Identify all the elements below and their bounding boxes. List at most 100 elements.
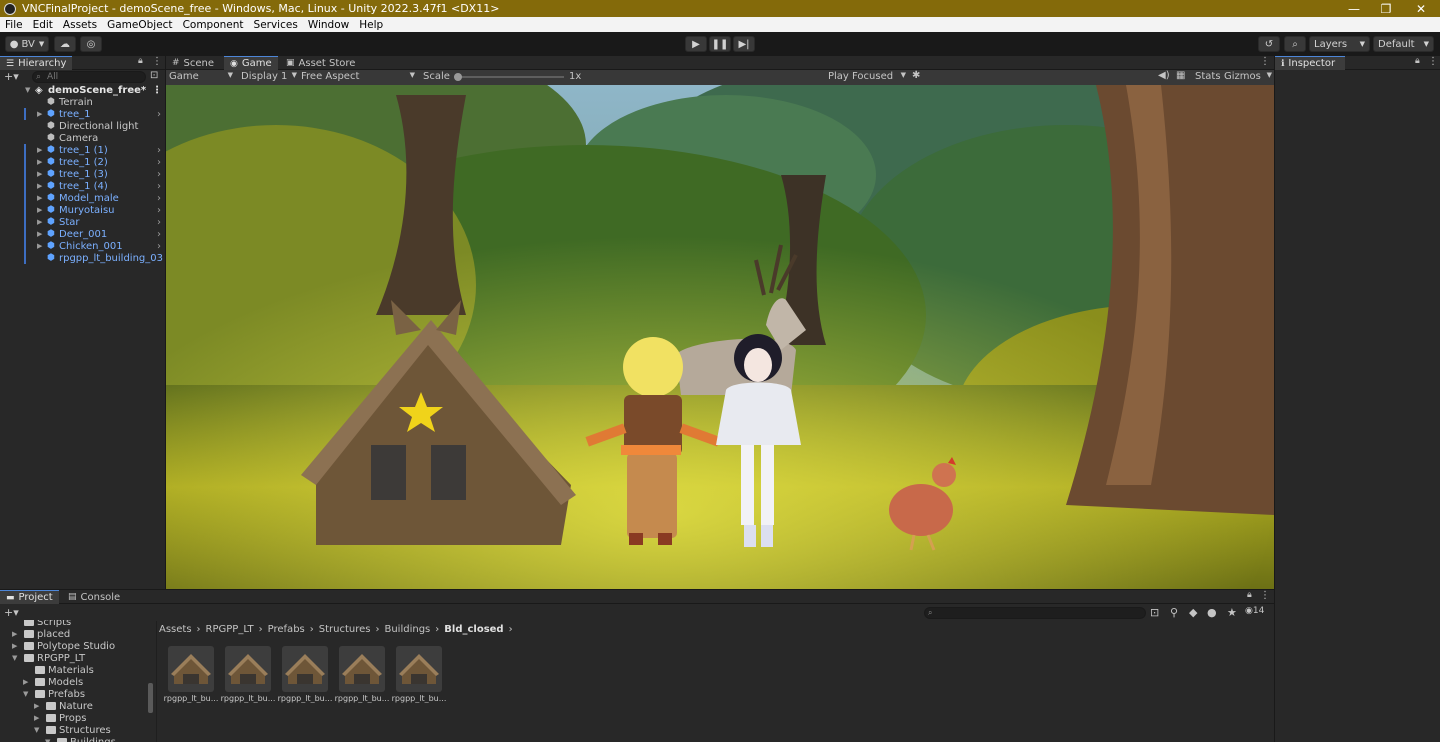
bug-icon[interactable]: ✱ (912, 70, 920, 81)
project-folder-item[interactable]: ▶ Models (23, 676, 83, 688)
hierarchy-item[interactable]: ▶ ⬢ tree_1 (3) › (0, 168, 165, 180)
layout-dropdown[interactable]: Default ▼ (1373, 36, 1434, 52)
collapse-arrow-icon[interactable]: ▼ (23, 690, 31, 698)
account-dropdown[interactable]: ● BV ▼ (5, 36, 49, 52)
tab-inspector[interactable]: ℹ Inspector (1275, 56, 1345, 70)
expand-arrow-icon[interactable]: ▶ (37, 194, 42, 202)
asset-thumbnail[interactable] (225, 646, 271, 692)
history-button[interactable]: ↺ (1258, 36, 1280, 52)
menu-component[interactable]: Component (178, 19, 249, 31)
expand-arrow-icon[interactable]: ▶ (12, 630, 20, 638)
project-folder-item[interactable]: Scripts (12, 620, 71, 628)
project-folder-item[interactable]: ▼ Prefabs (23, 688, 85, 700)
menu-help[interactable]: Help (354, 19, 388, 31)
hierarchy-item[interactable]: ▶ ⬢ Star › (0, 216, 165, 228)
filter-icon[interactable]: ⚲ (1170, 606, 1178, 619)
minimize-button[interactable]: — (1338, 0, 1370, 17)
menu-edit[interactable]: Edit (28, 19, 58, 31)
layers-dropdown[interactable]: Layers ▼ (1309, 36, 1370, 52)
breadcrumb-item[interactable]: Structures (319, 624, 371, 635)
hierarchy-item[interactable]: ▶ ⬢ Model_male › (0, 192, 165, 204)
add-button[interactable]: +▾ (4, 70, 19, 83)
chevron-right-icon[interactable]: › (157, 241, 161, 252)
play-button[interactable]: ▶ (685, 36, 707, 52)
scale-slider-handle[interactable] (454, 73, 462, 81)
hierarchy-item[interactable]: ⬢ Camera (0, 132, 165, 144)
expand-arrow-icon[interactable]: ▶ (37, 182, 42, 190)
expand-arrow-icon[interactable]: ▶ (34, 714, 42, 722)
expand-arrow-icon[interactable]: ▶ (23, 678, 31, 686)
kebab-menu-icon[interactable]: ⋮ (152, 85, 162, 96)
chevron-right-icon[interactable]: › (157, 217, 161, 228)
project-folder-item[interactable]: ▶ Nature (34, 700, 93, 712)
pause-button[interactable]: ❚❚ (709, 36, 731, 52)
hierarchy-item[interactable]: ▶ ⬢ Deer_001 › (0, 228, 165, 240)
tab-asset-store[interactable]: ▣ Asset Store (280, 56, 361, 70)
breadcrumb-item[interactable]: Buildings (384, 624, 430, 635)
lock-icon[interactable]: 🔒︎ (138, 56, 143, 66)
expand-arrow-icon[interactable]: ▶ (37, 170, 42, 178)
expand-arrow-icon[interactable]: ▶ (37, 146, 42, 154)
collapse-arrow-icon[interactable]: ▼ (34, 726, 42, 734)
scale-slider[interactable] (454, 73, 564, 81)
menu-assets[interactable]: Assets (58, 19, 102, 31)
display-dropdown[interactable]: Display 1 ▼ (241, 71, 297, 82)
search-by-type-icon[interactable]: ⊡ (1150, 606, 1159, 619)
menu-window[interactable]: Window (303, 19, 354, 31)
label-icon[interactable]: ◆ (1189, 606, 1197, 619)
kebab-menu-icon[interactable]: ⋮ (1260, 56, 1270, 67)
hierarchy-item[interactable]: ▶ ⬢ Muryotaisu › (0, 204, 165, 216)
hierarchy-item[interactable]: ▶ ⬢ tree_1 (4) › (0, 180, 165, 192)
lock-icon[interactable]: 🔒︎ (1415, 56, 1420, 66)
project-search-input[interactable]: ⌕ (924, 607, 1146, 619)
warning-icon[interactable]: ● (1207, 606, 1217, 619)
chevron-right-icon[interactable]: › (157, 145, 161, 156)
tab-console[interactable]: ▤ Console (62, 590, 126, 604)
hierarchy-search-input[interactable]: ⌕ All (32, 71, 146, 83)
game-viewport[interactable] (166, 85, 1274, 589)
breadcrumb-item[interactable]: Prefabs (268, 624, 305, 635)
expand-arrow-icon[interactable]: ▶ (37, 242, 42, 250)
play-mode-dropdown[interactable]: Play Focused ▼ (828, 71, 906, 82)
breadcrumb-item[interactable]: Assets (159, 624, 192, 635)
project-folder-item[interactable]: ▼ Structures (34, 724, 111, 736)
favorite-icon[interactable]: ★ (1227, 606, 1237, 619)
maximize-button[interactable]: ❐ (1370, 0, 1402, 17)
collab-button[interactable]: ◎ (80, 36, 102, 52)
chevron-right-icon[interactable]: › (157, 205, 161, 216)
project-folder-item[interactable]: ▶ placed (12, 628, 70, 640)
chevron-right-icon[interactable]: › (157, 157, 161, 168)
aspect-dropdown[interactable]: Free Aspect ▼ (301, 71, 415, 82)
menu-file[interactable]: File (0, 19, 28, 31)
menu-services[interactable]: Services (249, 19, 303, 31)
hierarchy-item[interactable]: ▶ ⬢ tree_1 (2) › (0, 156, 165, 168)
kebab-menu-icon[interactable]: ⋮ (152, 56, 162, 67)
tab-hierarchy[interactable]: ☰ Hierarchy (0, 56, 73, 70)
tree-scrollbar[interactable] (148, 683, 153, 713)
project-folder-item[interactable]: ▶ Props (34, 712, 86, 724)
expand-arrow-icon[interactable]: ▶ (37, 158, 42, 166)
scene-row[interactable]: ▼ ◈ demoScene_free* ⋮ (0, 84, 165, 96)
asset-thumbnail[interactable] (396, 646, 442, 692)
expand-arrow-icon[interactable]: ▶ (34, 702, 42, 710)
search-button[interactable]: ⌕ (1284, 36, 1306, 52)
hierarchy-item[interactable]: ⬢ rpgpp_lt_building_03 (0, 252, 165, 264)
asset-thumbnail[interactable] (339, 646, 385, 692)
asset-thumbnail[interactable] (282, 646, 328, 692)
menu-gameobject[interactable]: GameObject (102, 19, 177, 31)
chevron-right-icon[interactable]: › (157, 229, 161, 240)
game-mode-dropdown[interactable]: Game ▼ (169, 71, 233, 82)
chevron-right-icon[interactable]: › (157, 169, 161, 180)
scene-search-icon[interactable]: ⊡ (150, 70, 158, 81)
audio-icon[interactable]: ◀) (1158, 70, 1170, 81)
expand-arrow-icon[interactable]: ▶ (12, 642, 20, 650)
project-folder-item[interactable]: ▼ Buildings (45, 736, 116, 742)
collapse-arrow-icon[interactable]: ▼ (45, 738, 53, 742)
expand-arrow-icon[interactable]: ▶ (37, 218, 42, 226)
expand-arrow-icon[interactable]: ▶ (37, 110, 42, 118)
gizmos-dropdown[interactable]: Gizmos ▼ (1224, 71, 1272, 82)
close-button[interactable]: ✕ (1405, 0, 1437, 17)
collapse-arrow-icon[interactable]: ▼ (12, 654, 20, 662)
tab-project[interactable]: ▬ Project (0, 590, 59, 604)
keyboard-icon[interactable]: ▦ (1176, 70, 1185, 81)
